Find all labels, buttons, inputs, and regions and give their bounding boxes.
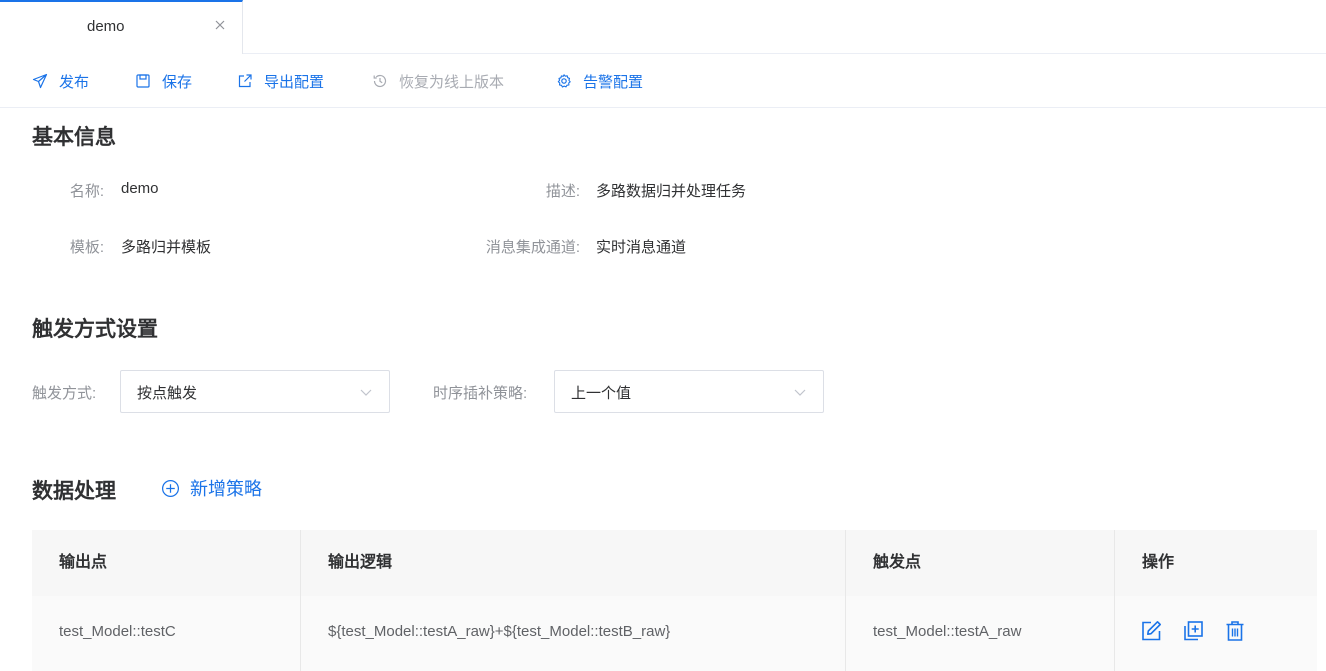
chevron-down-icon (794, 389, 806, 396)
tab-label: demo (87, 18, 125, 35)
edit-icon[interactable] (1139, 619, 1163, 643)
chevron-down-icon (360, 389, 372, 396)
strategy-table: 输出点 输出逻辑 触发点 操作 test_Model::testC ${test… (32, 530, 1317, 671)
cell-actions (1115, 596, 1317, 671)
restore-online-version-label: 恢复为线上版本 (399, 73, 505, 91)
message-channel-value: 实时消息通道 (596, 239, 687, 256)
external-link-icon (238, 74, 252, 88)
save-icon (136, 74, 150, 88)
alarm-config-label: 告警配置 (583, 73, 644, 91)
trash-icon[interactable] (1223, 619, 1247, 643)
restore-online-version-button[interactable]: 恢复为线上版本 (372, 70, 504, 92)
basic-info-title: 基本信息 (32, 126, 116, 149)
tab-demo[interactable]: demo (0, 0, 243, 54)
header-actions: 操作 (1142, 554, 1175, 571)
interpolation-strategy-select[interactable]: 上一个值 (554, 370, 824, 413)
trigger-mode-value: 按点触发 (137, 385, 198, 402)
trigger-mode-select[interactable]: 按点触发 (120, 370, 390, 413)
description-value: 多路数据归并处理任务 (596, 183, 747, 200)
message-channel-label: 消息集成通道: (485, 239, 580, 256)
publish-label: 发布 (59, 73, 90, 91)
publish-button[interactable]: 发布 (32, 70, 89, 92)
cell-trigger-point: test_Model::testA_raw (846, 596, 1115, 671)
gear-icon (557, 74, 571, 88)
toolbar: 发布 保存 导出配置 恢复为线上版本 告警配置 (0, 54, 1326, 108)
tab-bar: demo (0, 0, 1326, 54)
cell-output-logic: ${test_Model::testA_raw}+${test_Model::t… (301, 596, 846, 671)
interpolation-strategy-value: 上一个值 (571, 385, 632, 402)
copy-add-icon[interactable] (1181, 619, 1205, 643)
history-icon (373, 74, 387, 88)
header-trigger-point: 触发点 (846, 530, 1115, 596)
header-output-point: 输出点 (32, 530, 301, 596)
template-value: 多路归并模板 (121, 239, 212, 256)
trigger-settings-title: 触发方式设置 (32, 318, 158, 341)
save-button[interactable]: 保存 (135, 70, 192, 92)
header-output-logic: 输出逻辑 (301, 530, 846, 596)
name-label: 名称: (69, 183, 104, 200)
export-config-button[interactable]: 导出配置 (237, 70, 324, 92)
save-label: 保存 (162, 73, 193, 91)
interpolation-strategy-label: 时序插补策略: (433, 385, 528, 402)
add-strategy-label: 新增策略 (190, 479, 262, 499)
table-header: 输出点 输出逻辑 触发点 操作 (32, 530, 1317, 596)
data-processing-title: 数据处理 (32, 480, 116, 503)
cell-output-point: test_Model::testC (32, 596, 301, 671)
trigger-mode-label: 触发方式: (32, 385, 97, 402)
description-label: 描述: (545, 183, 580, 200)
table-row: test_Model::testC ${test_Model::testA_ra… (32, 596, 1317, 671)
send-icon (32, 73, 48, 89)
plus-circle-icon (161, 479, 180, 497)
export-config-label: 导出配置 (264, 73, 325, 91)
alarm-config-button[interactable]: 告警配置 (556, 70, 643, 92)
name-value: demo (121, 180, 159, 197)
close-icon[interactable] (212, 17, 228, 33)
template-label: 模板: (69, 239, 104, 256)
add-strategy-button[interactable]: 新增策略 (161, 476, 262, 500)
